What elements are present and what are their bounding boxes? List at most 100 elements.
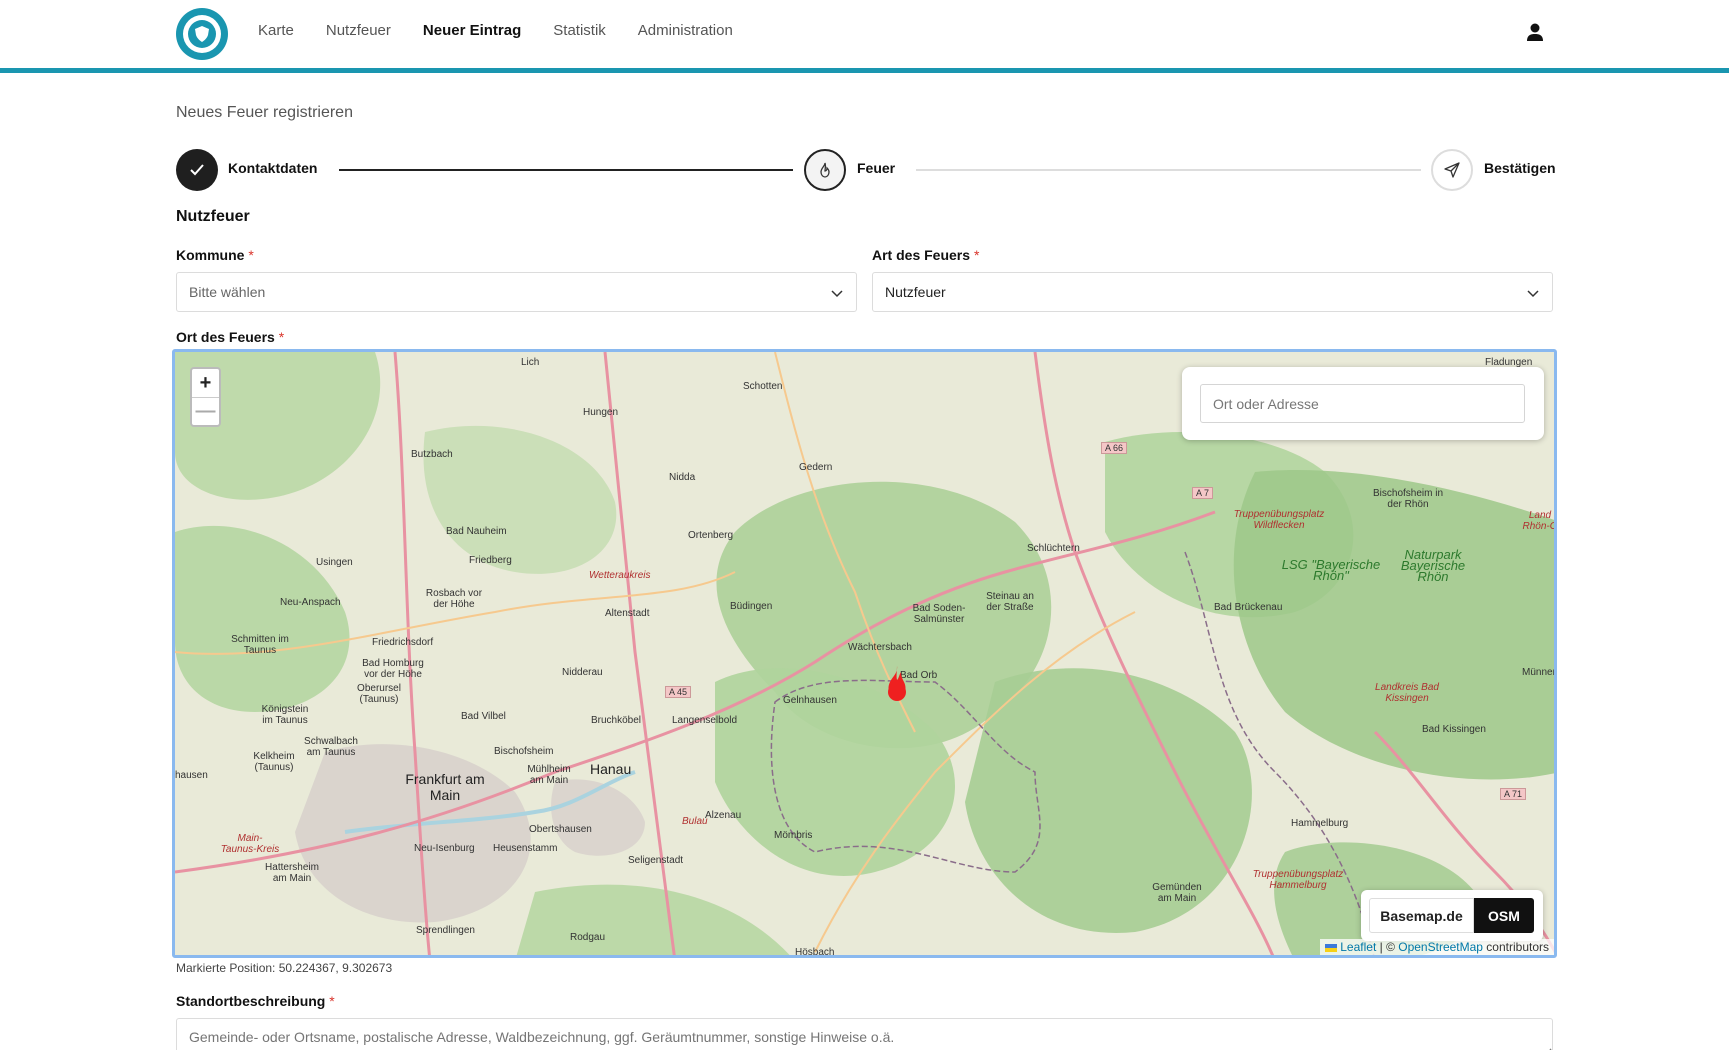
step-connector-pending <box>916 169 1421 171</box>
map-attribution: Leaflet | © OpenStreetMap contributors <box>1319 939 1554 955</box>
nav-item-statistik[interactable]: Statistik <box>553 22 606 39</box>
attribution-suffix: contributors <box>1482 940 1549 954</box>
map-label-district: Land Rhön-G <box>1522 510 1557 532</box>
map-label: Bad Nauheim <box>446 526 507 537</box>
map-label: Nidderau <box>562 667 603 678</box>
chevron-down-icon <box>1527 290 1539 298</box>
fire-icon <box>820 162 830 178</box>
map-label-district: Main-Taunus-Kreis <box>220 833 280 855</box>
map-label: Butzbach <box>411 449 453 460</box>
map-label: Bad Soden-Salmünster <box>912 603 966 625</box>
map-label: Bad Homburg vor der Höhe <box>362 658 424 680</box>
user-icon[interactable] <box>1525 22 1545 42</box>
map-label: Bad Brückenau <box>1214 602 1283 613</box>
map-label: Oberursel (Taunus) <box>357 683 401 705</box>
map-label: Schlüchtern <box>1027 543 1080 554</box>
map-label: Mömbris <box>774 830 813 841</box>
map-label: Münners <box>1522 667 1556 678</box>
nav-item-neuer-eintrag[interactable]: Neuer Eintrag <box>423 22 521 39</box>
art-label: Art des Feuers * <box>872 247 979 263</box>
step-feuer-circle[interactable] <box>804 149 846 191</box>
map-label: Altenstadt <box>605 608 650 619</box>
map-label: Mühlheim am Main <box>527 764 571 786</box>
step-kontaktdaten-circle[interactable] <box>176 149 218 191</box>
map-label: Alzenau <box>705 810 742 821</box>
map-label: Lich <box>521 357 540 368</box>
step-connector-done <box>339 169 793 171</box>
layer-switcher: Basemap.de OSM <box>1361 890 1543 941</box>
road-shield: A 7 <box>1192 487 1214 499</box>
map-search-input[interactable] <box>1200 384 1525 423</box>
ukraine-flag-icon <box>1324 943 1337 952</box>
map-label: Bad Kissingen <box>1422 724 1486 735</box>
nav-item-karte[interactable]: Karte <box>258 22 294 39</box>
map-label: Hattersheim am Main <box>265 862 319 884</box>
layer-basemap-button[interactable]: Basemap.de <box>1369 898 1474 933</box>
map-label: Kelkheim (Taunus) <box>253 751 295 773</box>
map-label: Büdingen <box>730 601 773 612</box>
chevron-down-icon <box>831 290 843 298</box>
kommune-select[interactable]: Bitte wählen <box>176 272 857 312</box>
zoom-in-button[interactable]: + <box>192 369 219 397</box>
standort-label-text: Standortbeschreibung <box>176 993 326 1009</box>
map-label: Hösbach <box>795 947 835 958</box>
road-shield: A 66 <box>1101 442 1128 454</box>
kommune-label-text: Kommune <box>176 247 245 263</box>
step-bestaetigen-circle[interactable] <box>1431 149 1473 191</box>
main-nav: Karte Nutzfeuer Neuer Eintrag Statistik … <box>258 22 733 39</box>
page-title: Neues Feuer registrieren <box>176 104 353 121</box>
location-map[interactable]: Lich Schotten Hungen Butzbach Nidda Gede… <box>172 349 1557 958</box>
map-label: Königstein im Taunus <box>261 704 309 726</box>
map-label: Frankfurt am Main <box>405 771 485 803</box>
nav-item-administration[interactable]: Administration <box>638 22 733 39</box>
map-label: Schotten <box>743 381 783 392</box>
map-label: Gedern <box>799 462 833 473</box>
kommune-label: Kommune * <box>176 247 254 263</box>
openstreetmap-link[interactable]: OpenStreetMap <box>1398 940 1483 954</box>
fire-marker-icon[interactable] <box>881 664 913 704</box>
section-title: Nutzfeuer <box>176 208 250 225</box>
zoom-out-button[interactable]: — <box>192 397 219 425</box>
step-kontaktdaten-label: Kontaktdaten <box>228 160 318 176</box>
road-shield: A 45 <box>665 686 692 698</box>
marked-position: Markierte Position: 50.224367, 9.302673 <box>176 961 393 975</box>
ort-label-text: Ort des Feuers <box>176 329 275 345</box>
nav-item-nutzfeuer[interactable]: Nutzfeuer <box>326 22 391 39</box>
required-mark: * <box>329 993 335 1009</box>
map-label: Hanau <box>590 761 632 777</box>
required-mark: * <box>973 247 980 263</box>
map-label: Steinau an der Straße <box>986 591 1034 613</box>
attribution-separator: | © <box>1376 940 1399 954</box>
map-label: Gemünden am Main <box>1152 882 1202 904</box>
map-label: Heusenstamm <box>493 843 558 854</box>
layer-osm-button[interactable]: OSM <box>1474 898 1534 933</box>
required-mark: * <box>278 329 285 345</box>
map-label: Hammelburg <box>1291 818 1349 829</box>
art-label-text: Art des Feuers <box>872 247 971 263</box>
step-bestaetigen-label: Bestätigen <box>1484 160 1556 176</box>
map-label-district: Bulau <box>682 816 708 827</box>
standort-textarea[interactable] <box>176 1018 1553 1050</box>
art-select[interactable]: Nutzfeuer <box>872 272 1553 312</box>
map-label: Obertshausen <box>529 824 592 835</box>
map-label-district: Landkreis Bad Kissingen <box>1375 682 1439 704</box>
map-label: Schmitten im Taunus <box>231 634 289 656</box>
check-icon <box>190 164 204 176</box>
app-logo[interactable] <box>176 8 228 60</box>
map-label-nature-park: Naturpark Bayerische Rhön <box>1400 547 1466 584</box>
map-label: Seligenstadt <box>628 855 684 866</box>
leaflet-link[interactable]: Leaflet <box>1340 940 1376 954</box>
shield-icon <box>188 20 216 48</box>
map-label: Friedberg <box>469 555 512 566</box>
map-label: Friedrichsdorf <box>372 637 434 648</box>
map-search-panel <box>1182 367 1544 440</box>
map-label: hausen <box>175 770 208 781</box>
map-label-military: Truppenübungsplatz Wildflecken <box>1233 509 1325 531</box>
zoom-control: + — <box>190 367 221 427</box>
step-feuer-label: Feuer <box>857 160 896 176</box>
map-label: Rosbach vor der Höhe <box>425 588 483 610</box>
map-label: Wächtersbach <box>848 642 912 653</box>
kommune-select-value: Bitte wählen <box>189 284 266 300</box>
art-select-value: Nutzfeuer <box>885 284 946 300</box>
map-label: Hungen <box>583 407 619 418</box>
